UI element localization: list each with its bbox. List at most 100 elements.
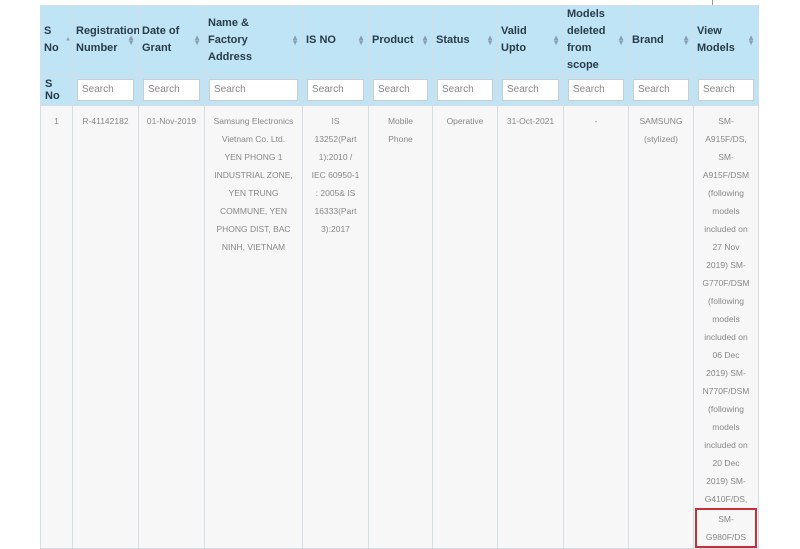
column-header-2[interactable]: Date of Grant ▲ ▼ — [138, 5, 205, 75]
text-line: Phone — [388, 134, 413, 144]
column-header-label: Valid Upto — [501, 25, 527, 54]
text-line: IS — [331, 116, 340, 126]
column-header-label: Name & Factory Address — [208, 16, 253, 63]
column-header-5[interactable]: Product ▲ ▼ — [368, 5, 433, 75]
search-input-4[interactable]: Search — [307, 79, 364, 101]
text-line: 06 Dec — [712, 350, 740, 360]
text-line: G770F/DSM — [702, 278, 750, 288]
text-line: Mobile — [387, 116, 414, 126]
column-header-7[interactable]: Valid Upto ▲ ▼ — [497, 5, 564, 75]
text-line: NINH, VIETNAM — [221, 242, 286, 252]
column-header-label: S No — [44, 25, 59, 54]
text-line: YEN PHONG 1 — [224, 152, 283, 162]
text-line: included on — [704, 332, 748, 342]
text-line: G410F/DS, — [704, 494, 748, 504]
cell-date: 01-Nov-2019 — [138, 105, 205, 549]
column-header-label: Date of Grant — [142, 25, 180, 54]
column-header-4[interactable]: IS NO ▲ ▼ — [302, 5, 369, 75]
text-line: SAMSUNG — [639, 116, 683, 126]
search-input-1[interactable]: Search — [77, 79, 134, 101]
column-header-0[interactable]: S No ▲ — [40, 5, 73, 75]
text-line: 2019) SM- — [706, 368, 746, 378]
table-row: 1 R-41142182 01-Nov-2019 Samsung Electro… — [40, 105, 759, 549]
sort-icon[interactable]: ▲ ▼ — [552, 34, 560, 47]
text-line: 13252(Part — [314, 134, 357, 144]
text-line: 16333(Part — [314, 206, 357, 216]
sort-icon[interactable]: ▲ ▼ — [421, 34, 429, 47]
cell-brand: SAMSUNG (stylized) — [628, 105, 694, 549]
column-header-6[interactable]: Status ▲ ▼ — [432, 5, 498, 75]
text-line: A915F/DS, — [705, 134, 747, 144]
sort-icon[interactable]: ▲ ▼ — [291, 34, 299, 47]
search-input-2[interactable]: Search — [143, 79, 200, 101]
text-line: PHONG DIST, BAC — [216, 224, 291, 234]
cell-is-no: IS 13252(Part 1):2010 / IEC 60950-1 : 2005& … — [302, 105, 369, 549]
column-header-label: Models deleted from scope — [567, 8, 606, 71]
sort-icon[interactable]: ▲ ▼ — [682, 34, 690, 47]
column-header-label: Brand — [632, 33, 664, 46]
text-line: (following — [708, 404, 744, 414]
column-header-3[interactable]: Name & Factory Address ▲ ▼ — [204, 5, 303, 75]
text-line: models — [712, 206, 740, 216]
text-line: INDUSTRIAL ZONE, — [214, 170, 293, 180]
text-line: 1):2010 / — [318, 152, 353, 162]
text-line: SM- — [718, 514, 734, 524]
column-header-label: View Models — [697, 25, 735, 54]
sort-icon[interactable]: ▲ ▼ — [617, 34, 625, 47]
column-header-9[interactable]: Brand ▲ ▼ — [628, 5, 694, 75]
column-header-label: Product — [372, 33, 414, 46]
text-line: G980F/DS — [705, 532, 747, 542]
sort-asc-icon[interactable]: ▲ — [65, 37, 71, 43]
search-input-8[interactable]: Search — [568, 79, 624, 101]
text-line: models — [712, 422, 740, 432]
text-line: SM- — [718, 152, 734, 162]
column-header-1[interactable]: Registration Number ▲ ▼ — [72, 5, 140, 75]
text-line: (following — [708, 188, 744, 198]
search-input-6[interactable]: Search — [437, 79, 493, 101]
cell-s-no: 1 — [40, 105, 73, 549]
text-line: Vietnam Co. Ltd. — [221, 134, 286, 144]
cell-valid-upto: 31-Oct-2021 — [497, 105, 564, 549]
sort-icon[interactable]: ▲ ▼ — [486, 34, 494, 47]
text-line: Samsung Electronics — [213, 116, 294, 126]
text-line: included on — [704, 224, 748, 234]
highlighted-model: SM- G980F/DS — [695, 508, 757, 548]
cell-status: Operative — [432, 105, 498, 549]
cell-registration: R-41142182 — [72, 105, 139, 549]
text-line: 27 Nov — [712, 242, 740, 252]
certificates-table: S No ▲ Registration Number ▲ ▼ Date of Grant ▲… — [40, 5, 759, 549]
text-line: (stylized) — [643, 134, 678, 144]
text-line: models — [712, 314, 740, 324]
column-header-label: IS NO — [306, 33, 336, 46]
text-line: 2019) SM- — [706, 260, 746, 270]
text-line: YEN TRUNG — [228, 188, 279, 198]
search-input-10[interactable]: Search — [698, 79, 754, 101]
search-input-9[interactable]: Search — [633, 79, 689, 101]
search-input-3[interactable]: Search — [209, 79, 298, 101]
column-header-10[interactable]: View Models ▲ ▼ — [693, 5, 759, 75]
text-line: IEC 60950-1 — [311, 170, 360, 180]
column-header-label: Status — [436, 33, 470, 46]
text-line: 20 Dec — [712, 458, 740, 468]
text-line: A915F/DSM — [702, 170, 750, 180]
cell-models-deleted: - — [563, 105, 629, 549]
text-line: : 2005& IS — [315, 188, 356, 198]
text-line: included on — [704, 440, 748, 450]
text-line: SM- — [718, 116, 734, 126]
sort-icon[interactable]: ▲ ▼ — [357, 34, 365, 47]
search-label: S No — [40, 74, 73, 106]
sort-icon[interactable]: ▲ ▼ — [127, 34, 135, 47]
search-input-5[interactable]: Search — [373, 79, 428, 101]
cell-view-models: SM- A915F/DS, SM- A915F/DSM (following models… — [693, 105, 759, 549]
text-line: (following — [708, 296, 744, 306]
text-line: N770F/DSM — [702, 386, 750, 396]
text-line: 2019) SM- — [706, 476, 746, 486]
text-line: COMMUNE, YEN — [220, 206, 287, 216]
sort-icon[interactable]: ▲ ▼ — [193, 34, 201, 47]
text-line: 3):2017 — [321, 224, 350, 234]
cell-address: Samsung Electronics Vietnam Co. Ltd. YEN P… — [204, 105, 303, 549]
sort-icon[interactable]: ▲ ▼ — [747, 34, 755, 47]
column-header-8[interactable]: Models deleted from scope ▲ ▼ — [563, 5, 629, 75]
cell-product: Mobile Phone — [368, 105, 433, 549]
search-input-7[interactable]: Search — [502, 79, 559, 101]
